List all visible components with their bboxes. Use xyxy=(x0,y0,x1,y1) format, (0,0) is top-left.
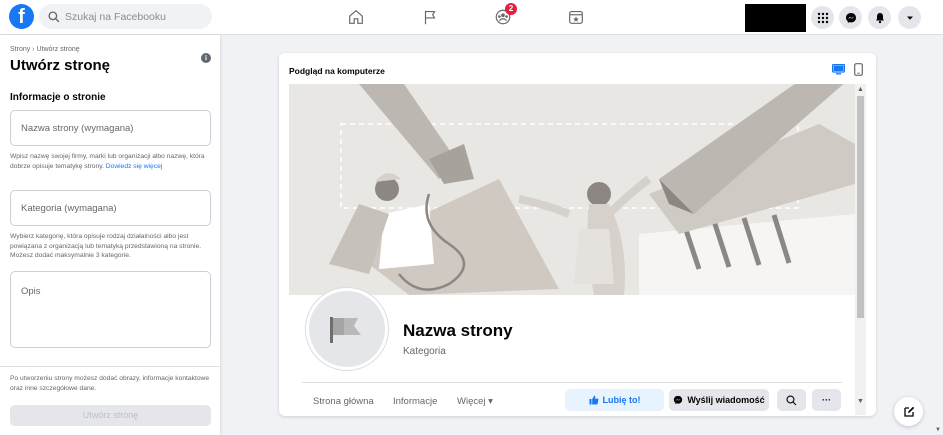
info-icon[interactable]: i xyxy=(201,53,211,63)
profile-placeholder xyxy=(309,291,385,367)
flag-placeholder-icon xyxy=(330,317,361,343)
scroll-up-arrow[interactable]: ▲ xyxy=(856,85,865,94)
tab-home[interactable]: Strona główna xyxy=(313,396,374,407)
cover-artwork xyxy=(289,84,855,295)
cover-illustration xyxy=(289,84,855,295)
messenger-icon[interactable] xyxy=(839,6,862,29)
notification-badge: 2 xyxy=(505,3,517,15)
search-icon xyxy=(48,10,60,22)
profile-picture[interactable] xyxy=(306,288,388,370)
desktop-preview-card: Podgląd na komputerze Nazwa strony Kateg… xyxy=(279,53,876,416)
category-placeholder: Kategoria (wymagana) xyxy=(21,202,117,214)
top-navigation-bar: f 2 xyxy=(0,0,943,35)
create-page-sidebar: Strony › Utwórz stronę Utwórz stronę i I… xyxy=(0,35,220,435)
scroll-down-arrow[interactable]: ▼ xyxy=(856,397,865,406)
page-name-help: Wpisz nazwę swojej firmy, marki lub orga… xyxy=(10,152,213,171)
new-message-button[interactable] xyxy=(894,397,923,426)
window-scroll-arrow[interactable]: ▼ xyxy=(935,427,941,433)
breadcrumb[interactable]: Strony › Utwórz stronę xyxy=(10,46,80,53)
groups-icon[interactable]: 2 xyxy=(492,3,517,28)
footer-note: Po utworzeniu strony możesz dodać obrazy… xyxy=(10,375,210,392)
gaming-icon[interactable] xyxy=(565,6,587,28)
facebook-logo[interactable]: f xyxy=(9,4,34,29)
like-button[interactable]: Lubię to! xyxy=(565,389,664,411)
home-icon[interactable] xyxy=(345,6,367,28)
category-help: Wybierz kategorię, która opisuje rodzaj … xyxy=(10,233,202,259)
scroll-thumb[interactable] xyxy=(857,96,864,318)
compose-icon xyxy=(903,406,914,417)
more-options-button[interactable]: ··· xyxy=(812,389,841,411)
thumbs-up-icon xyxy=(589,395,598,405)
tabs-divider xyxy=(302,382,842,383)
mobile-icon[interactable] xyxy=(854,63,863,76)
menu-grid-icon[interactable] xyxy=(811,6,834,29)
divider xyxy=(0,366,220,367)
description-field[interactable]: Opis xyxy=(10,271,211,348)
page-category: Kategoria xyxy=(403,346,446,357)
send-message-button[interactable]: Wyślij wiadomość xyxy=(669,389,769,411)
tab-more[interactable]: Więcej ▾ xyxy=(457,396,493,407)
search-box[interactable] xyxy=(39,4,212,29)
send-message-label: Wyślij wiadomość xyxy=(687,395,765,405)
like-label: Lubię to! xyxy=(602,395,641,405)
tab-about[interactable]: Informacje xyxy=(393,396,437,407)
preview-title: Podgląd na komputerze xyxy=(289,66,385,76)
description-placeholder: Opis xyxy=(21,286,41,297)
notifications-icon[interactable] xyxy=(868,6,891,29)
learn-more-link[interactable]: Dowiedz się więcej xyxy=(106,163,163,170)
category-field[interactable]: Kategoria (wymagana) xyxy=(10,190,211,226)
page-search-button[interactable] xyxy=(777,389,806,411)
redacted-profile-block xyxy=(745,4,806,32)
preview-scrollbar[interactable]: ▲ ▼ xyxy=(855,84,866,415)
desktop-icon[interactable] xyxy=(832,64,845,75)
messenger-icon xyxy=(674,395,683,405)
page-name-placeholder: Nazwa strony (wymagana) xyxy=(21,122,134,134)
page-name: Nazwa strony xyxy=(403,321,513,340)
search-input[interactable] xyxy=(65,10,205,23)
account-caret-icon[interactable] xyxy=(898,6,921,29)
page-title: Utwórz stronę xyxy=(10,57,111,74)
flag-icon[interactable] xyxy=(419,6,441,28)
page-preview: Nazwa strony Kategoria Strona główna Inf… xyxy=(289,84,866,415)
create-page-button[interactable]: Utwórz stronę xyxy=(10,405,211,426)
search-icon xyxy=(786,394,797,405)
section-title: Informacje o stronie xyxy=(10,92,106,103)
page-name-field[interactable]: Nazwa strony (wymagana) xyxy=(10,110,211,146)
